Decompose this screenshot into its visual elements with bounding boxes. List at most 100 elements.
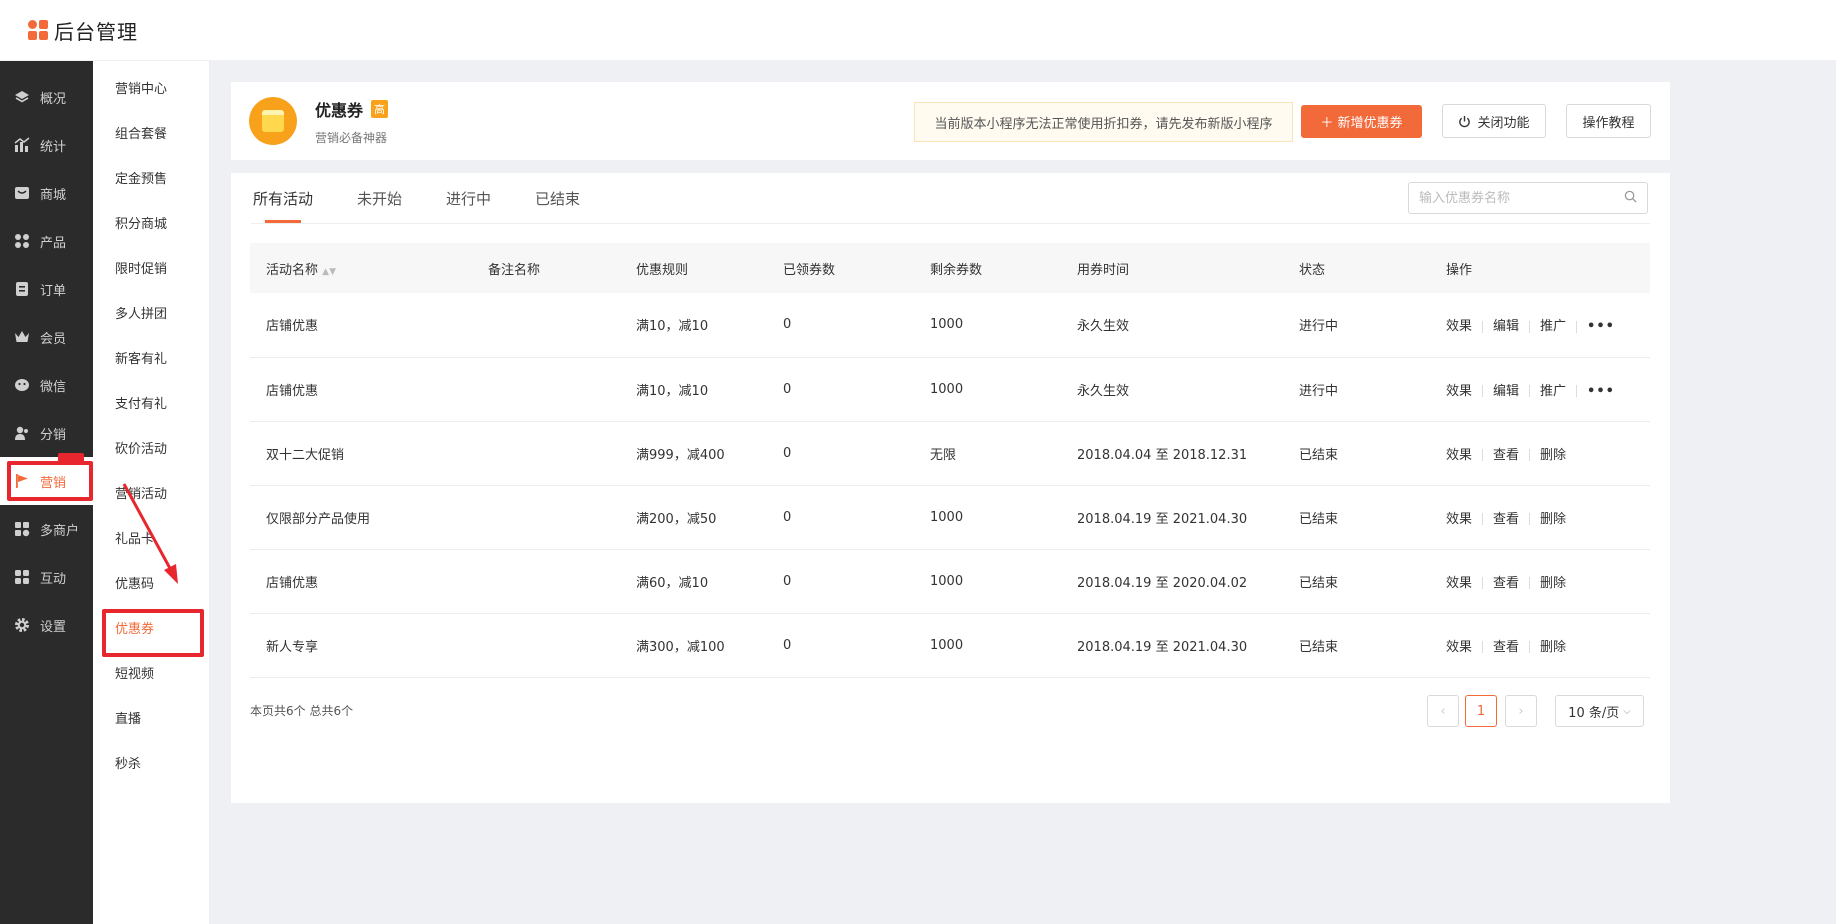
action-divider xyxy=(1482,513,1484,525)
sidebar-item-products[interactable]: 产品 xyxy=(0,217,93,265)
sidebar-item-interaction[interactable]: 互动 xyxy=(0,553,93,601)
more-options-icon[interactable]: ••• xyxy=(1587,384,1615,399)
table-row: 双十二大促销 满999，减400 0 无限 2018.04.04 至 2018.12.3… xyxy=(250,421,1650,485)
row-action-link[interactable]: 编辑 xyxy=(1493,319,1519,334)
row-action-link[interactable]: 查看 xyxy=(1493,512,1519,527)
tutorial-button[interactable]: 操作教程 xyxy=(1566,104,1651,138)
submenu-item[interactable]: 直播 xyxy=(93,697,209,742)
prev-page-button[interactable]: ‹ xyxy=(1427,695,1459,727)
submenu-item[interactable]: 多人拼团 xyxy=(93,292,209,337)
cell-rule: 满10，减10 xyxy=(636,319,709,335)
sort-icon[interactable]: ▲▼ xyxy=(322,267,336,277)
submenu-item[interactable]: 新客有礼 xyxy=(93,337,209,382)
page-size-select[interactable]: 10 条/页 ⌵ xyxy=(1555,695,1644,727)
row-action-link[interactable]: 删除 xyxy=(1540,512,1566,527)
col-header-name[interactable]: 活动名称 ▲▼ xyxy=(250,243,472,293)
submenu-item[interactable]: 砍价活动 xyxy=(93,427,209,472)
cell-name: 新人专享 xyxy=(266,639,319,655)
row-action-link[interactable]: 效果 xyxy=(1446,576,1472,591)
flag-icon xyxy=(14,473,30,489)
coupon-search[interactable] xyxy=(1408,182,1648,214)
row-action-link[interactable]: 效果 xyxy=(1446,640,1472,655)
coupon-table: 活动名称 ▲▼ 备注名称 优惠规则 已领券数 剩余券数 用券时间 状态 操作 店… xyxy=(250,243,1650,678)
cell-actions: 效果 编辑 推广 ••• xyxy=(1430,357,1650,421)
cell-remaining: 1000 xyxy=(930,637,964,653)
more-options-icon[interactable]: ••• xyxy=(1587,319,1615,334)
coupon-list-card: 所有活动 未开始 进行中 已结束 活动名称 ▲▼ 备注名称 优惠规则 已领券数 … xyxy=(231,173,1670,803)
action-divider xyxy=(1529,385,1531,397)
cell-time: 2018.04.19 至 2021.04.30 xyxy=(1077,511,1248,527)
submenu-item[interactable]: 组合套餐 xyxy=(93,112,209,157)
tab-ended[interactable]: 已结束 xyxy=(533,173,582,223)
row-action-link[interactable]: 查看 xyxy=(1493,640,1519,655)
row-action-link[interactable]: 查看 xyxy=(1493,448,1519,463)
action-divider xyxy=(1529,513,1531,525)
action-divider xyxy=(1482,449,1484,461)
sidebar-item-label: 互动 xyxy=(40,571,67,587)
search-input[interactable] xyxy=(1419,190,1624,206)
close-feature-label: 关闭功能 xyxy=(1477,115,1530,131)
sidebar-item-stats[interactable]: 统计 xyxy=(0,121,93,169)
add-coupon-button[interactable]: ＋ 新增优惠券 xyxy=(1301,105,1422,138)
sidebar-item-label: 产品 xyxy=(40,235,67,251)
submenu-item[interactable]: 积分商城 xyxy=(93,202,209,247)
row-action-link[interactable]: 删除 xyxy=(1540,448,1566,463)
cell-claimed: 0 xyxy=(783,573,792,589)
sidebar-item-settings[interactable]: 设置 xyxy=(0,601,93,649)
cell-note xyxy=(472,293,620,357)
sidebar-item-wechat[interactable]: 微信 xyxy=(0,361,93,409)
row-action-link[interactable]: 删除 xyxy=(1540,640,1566,655)
submenu-item[interactable]: 短视频 xyxy=(93,652,209,697)
page-1-button[interactable]: 1 xyxy=(1465,695,1497,727)
app-title: 后台管理 xyxy=(54,19,138,44)
action-divider xyxy=(1529,641,1531,653)
cell-actions: 效果 查看 删除 xyxy=(1430,613,1650,677)
row-action-link[interactable]: 查看 xyxy=(1493,576,1519,591)
search-icon[interactable] xyxy=(1624,190,1637,207)
sidebar-item-distribution[interactable]: 分销 xyxy=(0,409,93,457)
submenu-item[interactable]: 秒杀 xyxy=(93,742,209,787)
submenu-item[interactable]: 定金预售 xyxy=(93,157,209,202)
row-action-link[interactable]: 编辑 xyxy=(1493,384,1519,399)
row-action-link[interactable]: 效果 xyxy=(1446,448,1472,463)
tab-not-started[interactable]: 未开始 xyxy=(355,173,404,223)
col-header-time: 用券时间 xyxy=(1077,262,1130,278)
cell-rule: 满300，减100 xyxy=(636,639,725,655)
sidebar-item-store[interactable]: 商城 xyxy=(0,169,93,217)
col-header-status: 状态 xyxy=(1299,262,1326,278)
sidebar-item-overview[interactable]: 概况 xyxy=(0,73,93,121)
submenu-item[interactable]: 营销中心 xyxy=(93,67,209,112)
sidebar-item-multi-merchant[interactable]: 多商户 xyxy=(0,505,93,553)
cell-time: 永久生效 xyxy=(1077,319,1130,335)
submenu-item[interactable]: 营销活动 xyxy=(93,472,209,517)
next-page-button[interactable]: › xyxy=(1505,695,1537,727)
row-action-link[interactable]: 推广 xyxy=(1540,384,1566,399)
action-divider xyxy=(1576,320,1578,333)
close-feature-button[interactable]: 关闭功能 xyxy=(1442,104,1546,138)
submenu-item[interactable]: 限时促销 xyxy=(93,247,209,292)
submenu-item[interactable]: 优惠码 xyxy=(93,562,209,607)
row-action-link[interactable]: 删除 xyxy=(1540,576,1566,591)
submenu-item[interactable]: 礼品卡 xyxy=(93,517,209,562)
sidebar-item-label: 商城 xyxy=(40,187,67,203)
tab-in-progress[interactable]: 进行中 xyxy=(444,173,493,223)
action-divider xyxy=(1576,385,1578,397)
tab-all[interactable]: 所有活动 xyxy=(251,173,315,223)
sidebar-item-label: 订单 xyxy=(40,283,67,299)
crown-icon xyxy=(14,329,30,345)
action-divider xyxy=(1482,577,1484,589)
sidebar-item-marketing[interactable]: 营销 xyxy=(0,453,93,505)
cell-name: 店铺优惠 xyxy=(266,575,319,591)
row-action-link[interactable]: 效果 xyxy=(1446,384,1472,399)
row-action-link[interactable]: 推广 xyxy=(1540,319,1566,334)
sidebar-item-orders[interactable]: 订单 xyxy=(0,265,93,313)
sidebar-item-members[interactable]: 会员 xyxy=(0,313,93,361)
submenu-item[interactable]: 支付有礼 xyxy=(93,382,209,427)
submenu-item-coupon[interactable]: 优惠券 xyxy=(93,607,209,657)
row-action-link[interactable]: 效果 xyxy=(1446,319,1472,334)
row-action-link[interactable]: 效果 xyxy=(1446,512,1472,527)
cell-status: 已结束 xyxy=(1299,639,1339,655)
merchant-icon xyxy=(14,521,30,537)
col-header-actions: 操作 xyxy=(1446,262,1473,278)
cell-claimed: 0 xyxy=(783,637,792,653)
